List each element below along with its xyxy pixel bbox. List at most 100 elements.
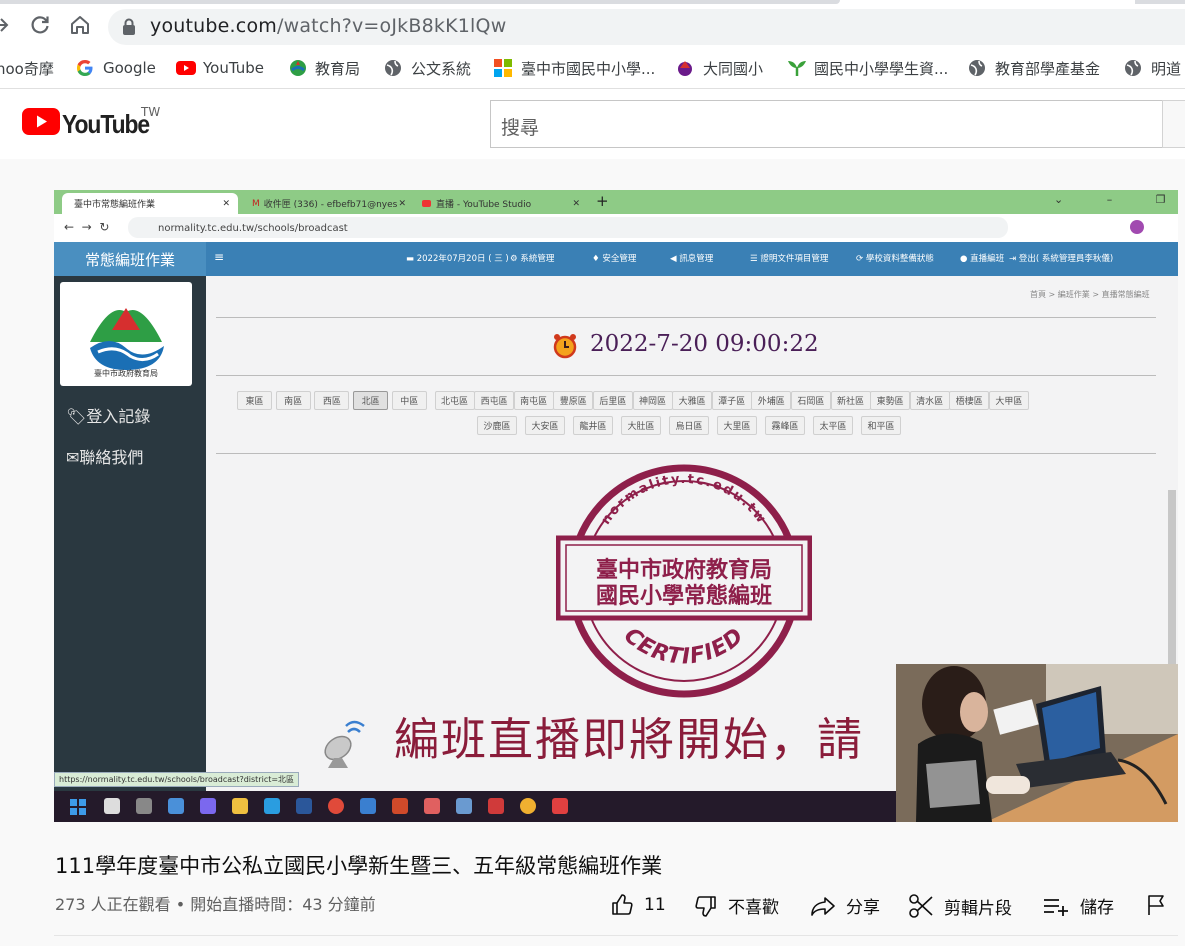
recorded-tab-label: 臺中市常態編班作業 [74, 200, 156, 210]
url-text[interactable]: youtube.com/watch?v=oJkB8kK1lQw [150, 15, 506, 37]
seal-line-2: 國民小學常態編班 [596, 583, 772, 609]
google-icon [76, 59, 94, 77]
powerpoint-icon [392, 798, 408, 814]
bookmark-label: 教育局 [315, 59, 361, 78]
like-button[interactable]: 11 [610, 893, 666, 917]
envelope-icon: ✉ [66, 448, 80, 467]
district-button: 西屯區 [474, 391, 515, 410]
site-nav-label: 直播編班 [970, 254, 1005, 264]
site-nav-item: ● 直播編班 [960, 252, 1004, 264]
video-title: 111學年度臺中市公私立國民小學新生暨三、五年級常態編班作業 [55, 854, 663, 878]
home-icon[interactable] [68, 13, 92, 37]
nav-icon: ⚙ [510, 254, 521, 264]
district-button: 烏日區 [669, 416, 709, 435]
bookmark-3[interactable]: YouTube [176, 57, 264, 79]
district-button: 梧棲區 [949, 391, 990, 410]
district-button: 北屯區 [434, 391, 475, 410]
window-controls: ⌄ – ❐ ✕ [1054, 193, 1178, 206]
recorded-status-url: https://normality.tc.edu.tw/schools/broa… [54, 772, 300, 787]
clip-label: 剪輯片段 [944, 898, 1012, 919]
breadcrumb: 首頁 > 編班作業 > 直播常態編班 [1030, 290, 1150, 299]
site-nav-label: 學校資料整備狀態 [865, 254, 934, 264]
search-icon [104, 798, 120, 814]
clip-button[interactable]: 剪輯片段 [908, 893, 1012, 919]
close-icon: ✕ [398, 198, 406, 209]
url-path: /watch?v=oJkB8kK1lQw [276, 15, 507, 37]
svg-text:CERTIFIED: CERTIFIED [619, 623, 749, 670]
nav-icon: ◀ [670, 254, 680, 264]
bookmark-7[interactable]: 大同國小 [676, 57, 763, 79]
sidebar-item-label: 聯絡我們 [79, 448, 144, 467]
site-nav-item: ♦ 安全管理 [592, 252, 636, 264]
satellite-dish-icon [318, 718, 366, 770]
dislike-button[interactable]: 不喜歡 [694, 893, 779, 918]
youtube-wordmark[interactable]: YouTube [62, 109, 150, 140]
nav-icon: ♦ [592, 254, 603, 264]
folder-icon [232, 798, 248, 814]
site-nav-item: ▬ 2022年07月20日 ( 三 ) [406, 252, 509, 264]
district-button: 大甲區 [988, 391, 1029, 410]
divider [216, 453, 1156, 454]
globe-icon [384, 59, 402, 77]
globe-icon [1124, 59, 1142, 77]
bookmark-2[interactable]: Google [76, 57, 156, 79]
site-nav-label: 證明文件項目管理 [760, 254, 829, 264]
video-meta: 273 人正在觀看 • 開始直播時間：43 分鐘前 [55, 895, 376, 914]
district-button: 中區 [391, 391, 427, 410]
bookmark-1[interactable]: hoo奇摩 [0, 57, 54, 79]
site-nav-label: 訊息管理 [679, 254, 714, 264]
tiles-icon [494, 59, 512, 77]
bookmark-label: hoo奇摩 [0, 59, 54, 78]
bookmark-label: Google [103, 59, 156, 77]
recorded-tab: M 收件匣 (336) - efbefb71@nyes ✕ [240, 193, 408, 214]
mail-icon: M [252, 198, 260, 209]
bookmark-label: 國民中小學學生資... [814, 59, 949, 78]
app-icon [456, 798, 472, 814]
logo-caption: 臺中市政府教育局 [94, 369, 158, 378]
district-button: 外埔區 [751, 391, 792, 410]
bookmark-9[interactable]: 教育部學產基金 [968, 57, 1100, 79]
video-player[interactable]: 臺中市常態編班作業 ✕ M 收件匣 (336) - efbefb71@nyes ✕ 直… [54, 190, 1178, 822]
youtube-logo-icon[interactable] [22, 108, 60, 135]
flag-icon [1148, 895, 1164, 915]
windows-start-icon [70, 799, 86, 815]
search-input[interactable]: 搜尋 [490, 100, 1163, 148]
district-button: 霧峰區 [765, 416, 805, 435]
site-brand: 常態編班作業 [54, 242, 206, 276]
new-tab-icon: + [596, 192, 609, 210]
nav-icon: ▬ [406, 254, 417, 264]
district-button: 西區 [314, 391, 350, 410]
bookmark-label: 明道 [1151, 59, 1182, 78]
forward-icon[interactable] [0, 13, 12, 37]
save-button[interactable]: 儲存 [1042, 893, 1114, 918]
district-button: 大安區 [525, 416, 565, 435]
lock-icon[interactable] [122, 18, 136, 36]
region-code: TW [141, 105, 161, 119]
tag-icon: 🏷 [66, 407, 87, 426]
district-button: 大里區 [717, 416, 757, 435]
broadcast-clock: 2022-7-20 09:00:22 [590, 331, 819, 357]
save-label: 儲存 [1080, 898, 1114, 918]
report-button[interactable] [1146, 893, 1178, 917]
reload-icon[interactable] [28, 13, 52, 37]
district-button: 大肚區 [621, 416, 661, 435]
nav-arrows-icon: ← → ↻ [64, 220, 110, 234]
bookmark-6[interactable]: 臺中市國民中小學... [494, 57, 655, 79]
district-button: 南屯區 [513, 391, 554, 410]
recorded-tab: 直播 - YouTube Studio ✕ [410, 193, 586, 214]
bookmark-10[interactable]: 明道 [1124, 57, 1181, 79]
bookmark-4[interactable]: 教育局 [288, 57, 360, 79]
district-button: 潭子區 [711, 391, 752, 410]
district-button: 清水區 [909, 391, 950, 410]
chrome-icon [520, 798, 536, 814]
chat-icon [200, 798, 216, 814]
bookmark-label: 公文系統 [411, 59, 472, 78]
app-icon [488, 798, 504, 814]
youtube-icon [422, 200, 431, 207]
bookmark-5[interactable]: 公文系統 [384, 57, 471, 79]
bookmark-8[interactable]: 國民中小學學生資... [787, 57, 948, 79]
thumbs-up-icon [612, 894, 633, 915]
share-button[interactable]: 分享 [810, 893, 880, 918]
recorded-tab-label: 收件匣 (336) - efbefb71@nyes [263, 200, 398, 210]
search-button[interactable] [1162, 100, 1185, 148]
